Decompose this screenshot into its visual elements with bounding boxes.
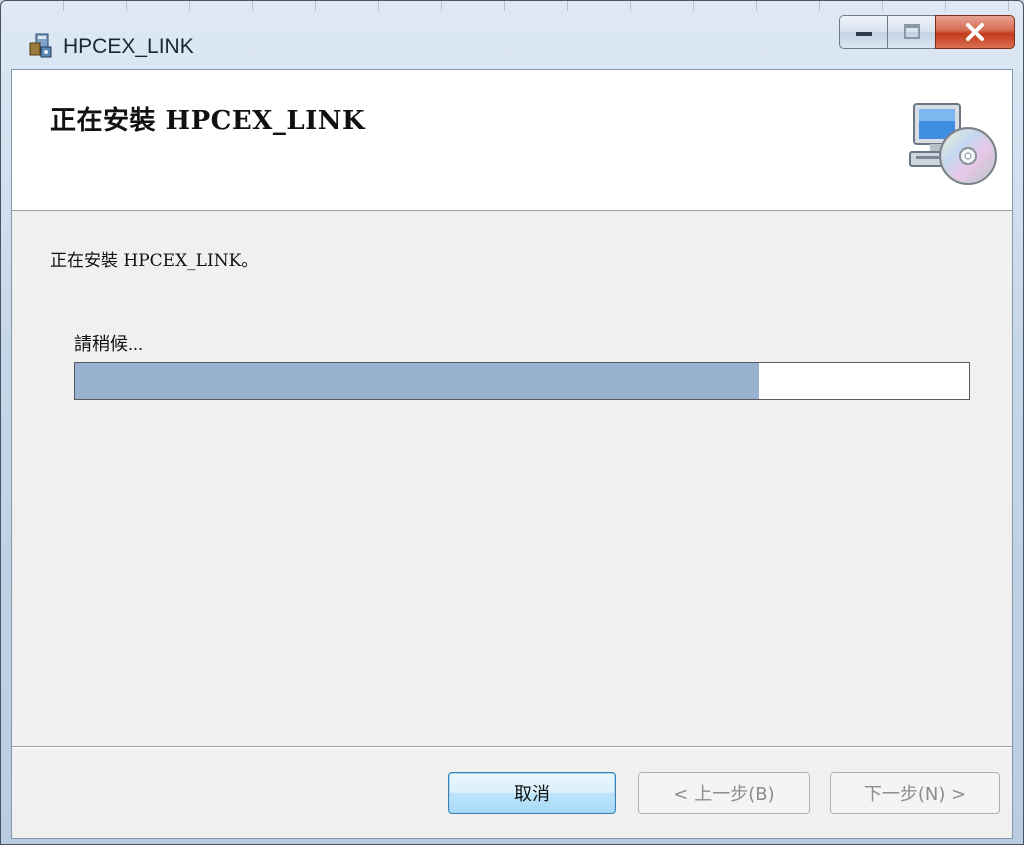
header-banner: 正在安裝 HPCEX_LINK	[12, 70, 1012, 211]
caption-buttons	[839, 15, 1015, 51]
close-icon	[966, 23, 984, 41]
minimize-icon	[855, 32, 872, 36]
dialog-client-area: 正在安裝 HPCEX_LINK 正在安裝 HPCEX_LINK。 請稍候... …	[11, 69, 1013, 839]
next-button[interactable]: 下一步(N) >	[830, 772, 1000, 814]
installer-window: HPCEX_LINK 正在安裝 HPCEX_LINK 正在安裝 HPCEX_LI…	[0, 0, 1024, 845]
window-title: HPCEX_LINK	[63, 35, 194, 58]
install-progress-bar	[74, 362, 970, 400]
minimize-button[interactable]	[839, 15, 887, 49]
title-bar[interactable]: HPCEX_LINK	[1, 1, 1023, 69]
close-button[interactable]	[935, 15, 1015, 49]
back-button[interactable]: < 上一步(B)	[638, 772, 810, 814]
computer-cd-icon	[904, 96, 1000, 192]
banner-title: 正在安裝 HPCEX_LINK	[50, 106, 366, 136]
progress-fill	[75, 363, 759, 399]
install-status-text: 正在安裝 HPCEX_LINK。	[50, 251, 259, 271]
maximize-icon	[903, 24, 920, 39]
footer-separator	[12, 746, 1012, 748]
please-wait-label: 請稍候...	[74, 334, 144, 354]
installer-app-icon	[27, 33, 53, 59]
cancel-button[interactable]: 取消	[448, 772, 616, 814]
maximize-button[interactable]	[887, 15, 935, 49]
